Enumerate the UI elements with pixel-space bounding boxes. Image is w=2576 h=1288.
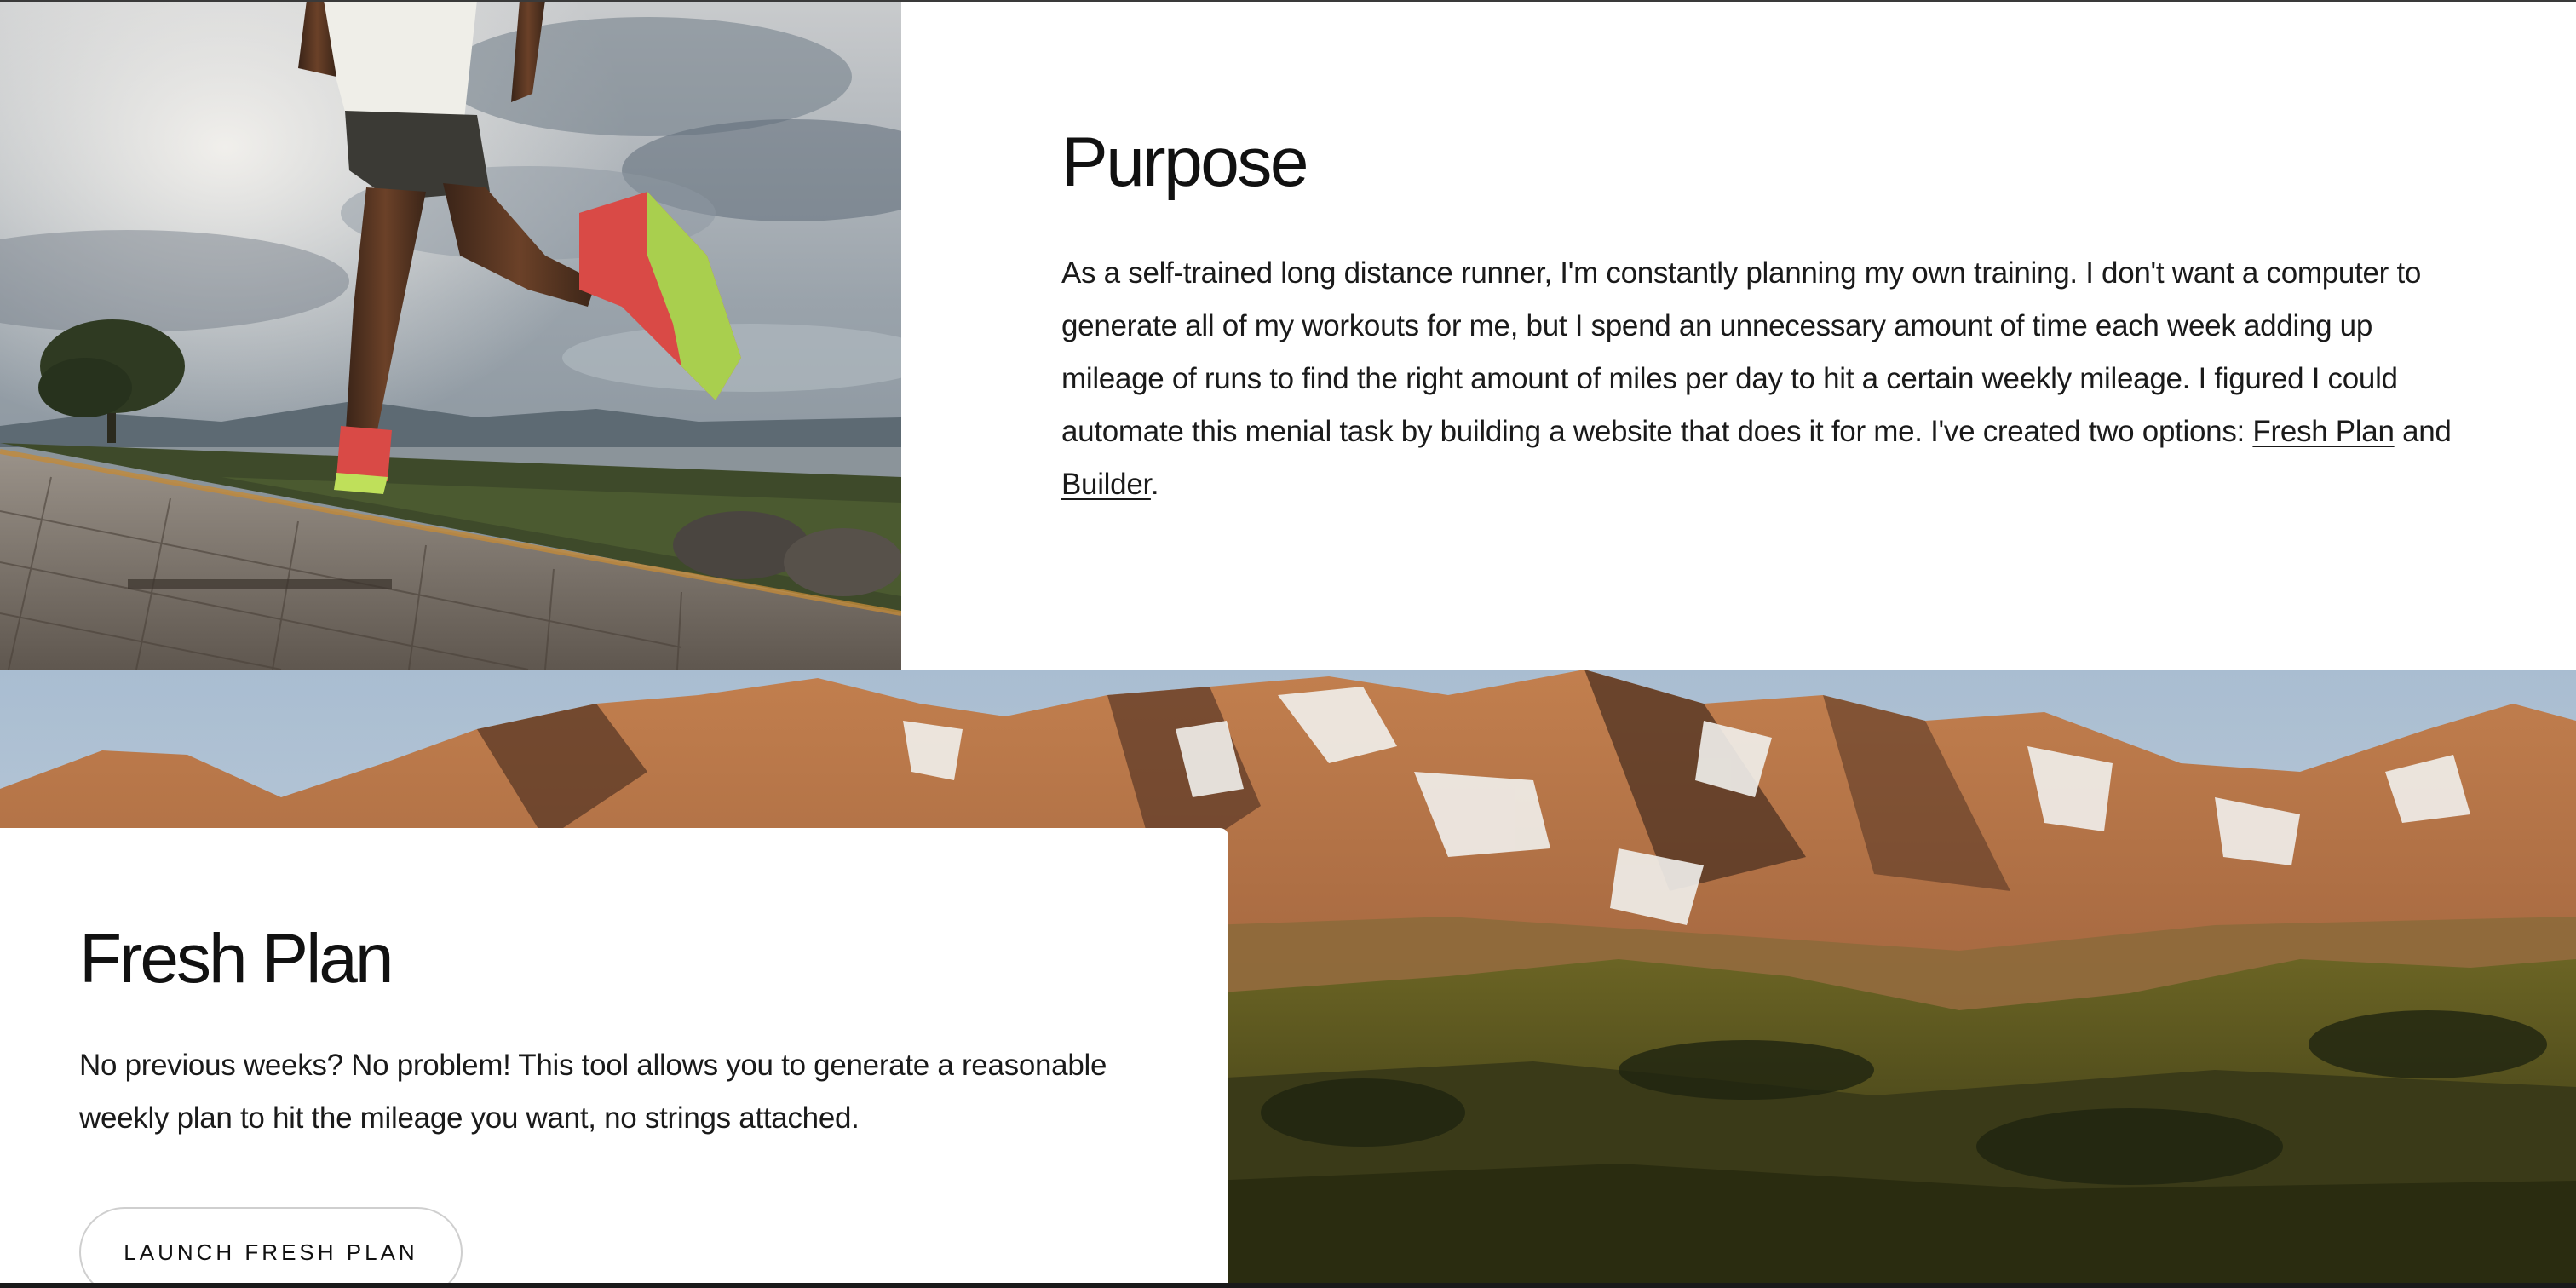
launch-fresh-plan-button[interactable]: LAUNCH FRESH PLAN	[79, 1207, 463, 1288]
fresh-plan-description: No previous weeks? No problem! This tool…	[79, 1049, 1107, 1135]
top-border	[0, 0, 2576, 2]
purpose-body-text: As a self-trained long distance runner, …	[1061, 256, 2422, 448]
purpose-title: Purpose	[1061, 124, 1308, 201]
page: Purpose As a self-trained long distance …	[0, 0, 2576, 1288]
bottom-border	[0, 1283, 2576, 1288]
builder-link[interactable]: Builder	[1061, 468, 1151, 501]
purpose-end-punct: .	[1150, 468, 1159, 501]
fresh-plan-link[interactable]: Fresh Plan	[2252, 415, 2395, 448]
purpose-section: Purpose As a self-trained long distance …	[901, 0, 2576, 670]
runner-photo	[0, 0, 901, 670]
fresh-plan-title: Fresh Plan	[79, 920, 394, 998]
purpose-description: As a self-trained long distance runner, …	[1061, 247, 2458, 511]
purpose-connector: and	[2394, 415, 2452, 448]
